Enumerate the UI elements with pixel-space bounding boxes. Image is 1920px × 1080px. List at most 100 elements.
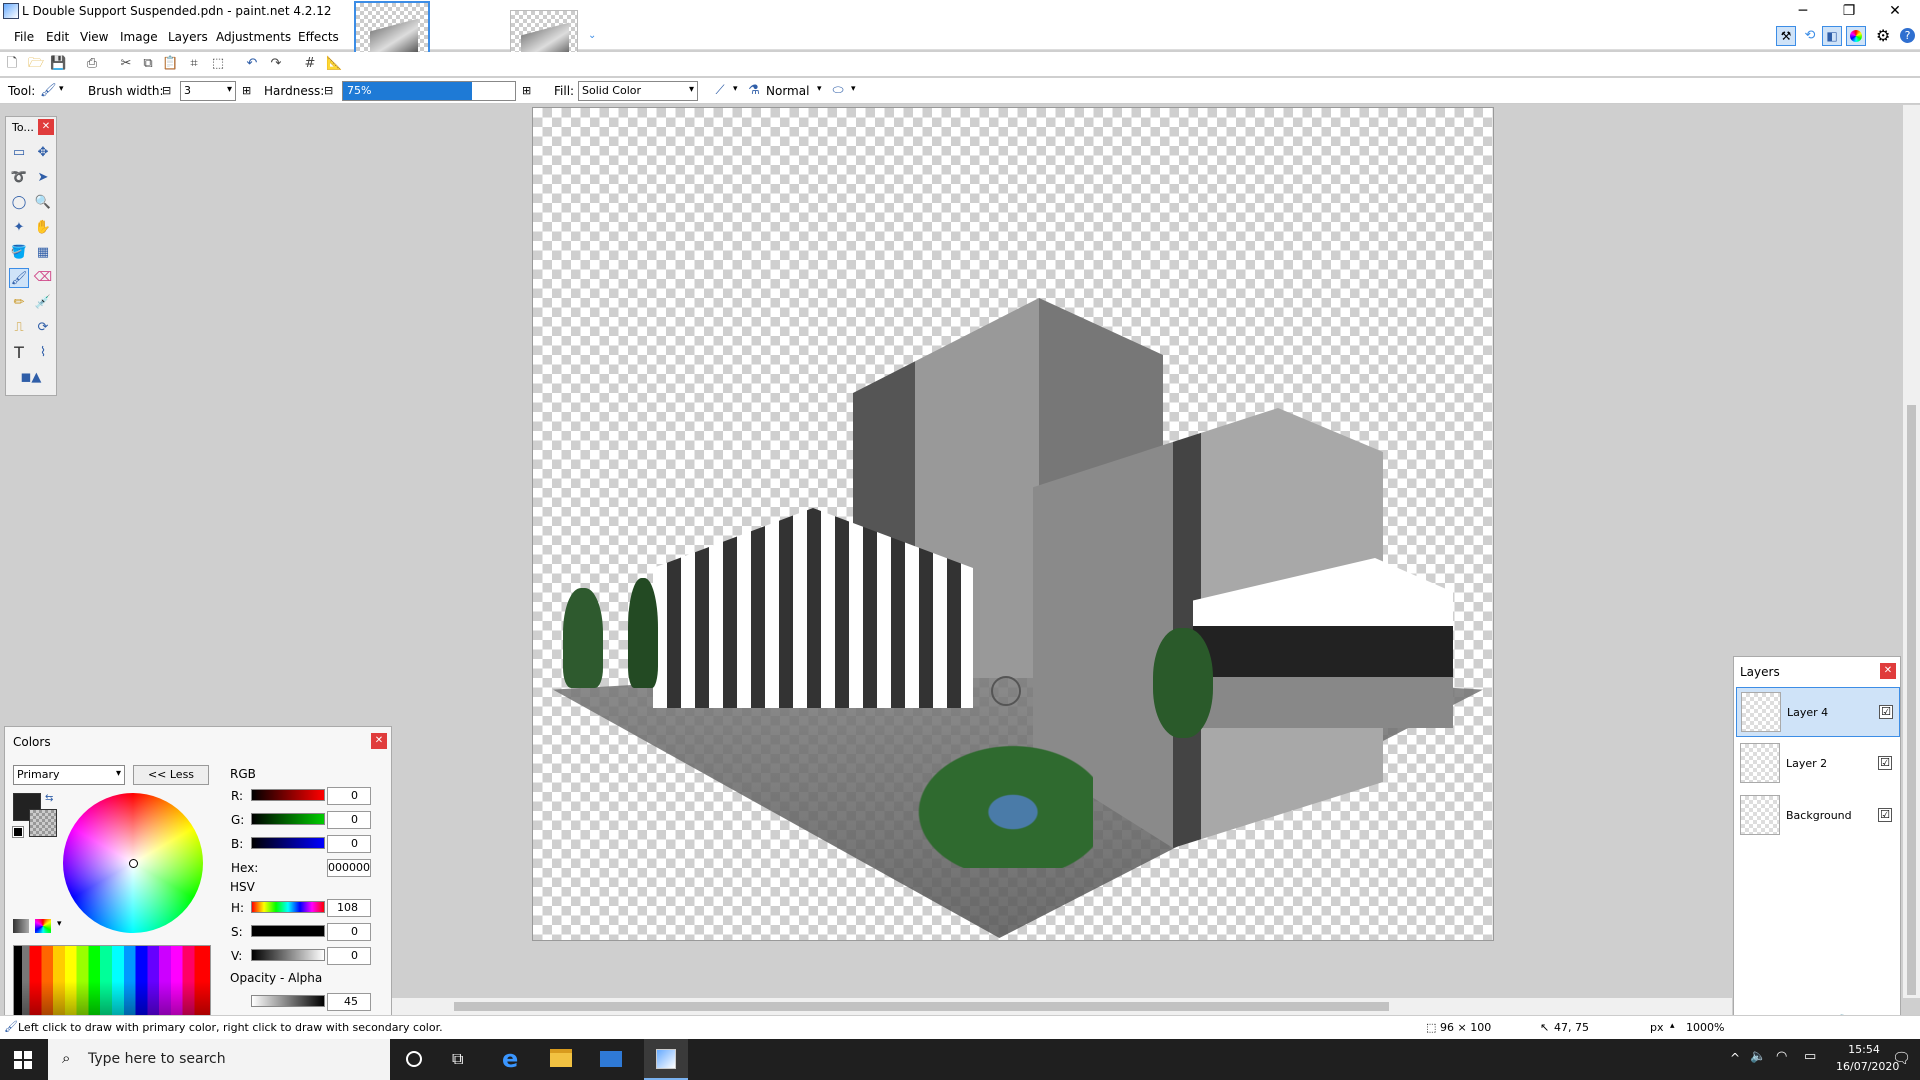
palette-dropdown-arrow-icon[interactable]: ▾: [57, 919, 62, 929]
layers-window-close-icon[interactable]: ✕: [1880, 663, 1896, 679]
grid-icon[interactable]: #: [302, 56, 318, 72]
brush-width-input[interactable]: 3 ▾: [180, 81, 236, 101]
minimize-button[interactable]: ─: [1780, 0, 1826, 24]
less-button[interactable]: << Less: [133, 765, 209, 785]
notifications-icon[interactable]: 🗨: [1892, 1049, 1911, 1067]
menu-image[interactable]: Image: [120, 30, 158, 44]
paint-bucket-tool-icon[interactable]: 🪣: [9, 243, 29, 263]
move-selected-tool-icon[interactable]: ✥: [33, 143, 53, 163]
color-wheel[interactable]: [63, 793, 203, 933]
hue-slider[interactable]: [251, 901, 325, 913]
tool-dropdown-arrow-icon[interactable]: ▾: [59, 84, 64, 94]
red-slider[interactable]: [251, 789, 325, 801]
blend-mode-dropdown-arrow-icon[interactable]: ▾: [817, 84, 822, 94]
file-explorer-icon[interactable]: [550, 1049, 572, 1067]
secondary-color-swatch[interactable]: [29, 809, 57, 837]
hex-input[interactable]: 000000: [327, 859, 371, 877]
vertical-scrollbar[interactable]: [1903, 105, 1920, 998]
layer-visibility-checkbox[interactable]: ☑: [1878, 756, 1892, 770]
saturation-slider[interactable]: [251, 925, 325, 937]
hardness-increase-icon[interactable]: ⊞: [522, 84, 531, 97]
horizontal-scrollbar[interactable]: [392, 998, 1732, 1015]
tools-window-toggle-icon[interactable]: ⚒: [1776, 26, 1796, 46]
save-icon[interactable]: 💾: [50, 56, 66, 72]
settings-gear-icon[interactable]: ⚙: [1876, 26, 1890, 45]
show-hidden-icons-chevron-icon[interactable]: ^: [1730, 1051, 1740, 1065]
gradient-tool-icon[interactable]: ▦: [33, 243, 53, 263]
paintnet-taskbar-button[interactable]: [644, 1039, 688, 1080]
blend-mode-value[interactable]: Normal: [766, 84, 809, 98]
layer-row-background[interactable]: Background ☑: [1736, 791, 1900, 841]
fill-dropdown[interactable]: Solid Color ▾: [578, 81, 698, 101]
paintbrush-tool-icon[interactable]: 🖌: [9, 268, 29, 288]
edge-browser-icon[interactable]: e: [502, 1045, 518, 1073]
tools-window-close-icon[interactable]: ✕: [38, 119, 54, 135]
red-value-input[interactable]: 0: [327, 787, 371, 805]
paste-icon[interactable]: 📋: [162, 56, 178, 72]
palette-menu-icon[interactable]: [35, 919, 51, 933]
task-view-icon[interactable]: ⧉: [452, 1049, 463, 1069]
print-icon[interactable]: ⎙: [84, 56, 100, 72]
undo-icon[interactable]: ↶: [244, 56, 260, 72]
layer-row-layer-4[interactable]: Layer 4 ☑: [1736, 687, 1900, 737]
open-folder-icon[interactable]: 🗁: [28, 56, 44, 72]
green-value-input[interactable]: 0: [327, 811, 371, 829]
taskbar-search-box[interactable]: ⌕ Type here to search: [48, 1039, 390, 1080]
antialiasing-dropdown-arrow-icon[interactable]: ▾: [733, 84, 738, 94]
blend-mode-icon[interactable]: ⚗: [746, 83, 762, 99]
selection-mode-icon[interactable]: ⬭: [830, 83, 846, 99]
primary-secondary-dropdown[interactable]: Primary ▾: [13, 765, 125, 785]
cut-icon[interactable]: ✂: [118, 56, 134, 72]
color-palette[interactable]: [13, 945, 211, 1017]
menu-view[interactable]: View: [80, 30, 108, 44]
eraser-tool-icon[interactable]: ⌫: [33, 268, 53, 288]
hue-value-input[interactable]: 108: [327, 899, 371, 917]
copy-icon[interactable]: ⧉: [140, 56, 156, 72]
shapes-tool-icon[interactable]: ◼▲: [9, 368, 53, 388]
deselect-icon[interactable]: ⬚: [210, 56, 226, 72]
clock-time[interactable]: 15:54: [1836, 1043, 1892, 1056]
zoom-tool-icon[interactable]: 🔍: [33, 193, 53, 213]
tab-list-chevron-icon[interactable]: ⌄: [588, 30, 596, 41]
pencil-tool-icon[interactable]: ✏: [9, 293, 29, 313]
line-curve-tool-icon[interactable]: ⌇: [33, 343, 53, 363]
battery-icon[interactable]: ▭: [1804, 1049, 1816, 1064]
crop-icon[interactable]: ⌗: [186, 56, 202, 72]
color-picker-tool-icon[interactable]: 💉: [33, 293, 53, 313]
move-selection-tool-icon[interactable]: ➤: [33, 168, 53, 188]
green-slider[interactable]: [251, 813, 325, 825]
blue-slider[interactable]: [251, 837, 325, 849]
menu-layers[interactable]: Layers: [168, 30, 208, 44]
reset-colors-icon[interactable]: [12, 826, 24, 838]
swap-colors-icon[interactable]: ⇆: [45, 793, 53, 804]
units-dropdown-arrow-icon[interactable]: ▴: [1670, 1021, 1675, 1031]
value-slider[interactable]: [251, 949, 325, 961]
help-icon[interactable]: ?: [1900, 28, 1915, 43]
magic-wand-tool-icon[interactable]: ✦: [9, 218, 29, 238]
opacity-value-input[interactable]: 45: [327, 993, 371, 1011]
recolor-tool-icon[interactable]: ⟳: [33, 318, 53, 338]
brush-width-decrease-icon[interactable]: ⊟: [162, 84, 171, 97]
clone-stamp-tool-icon[interactable]: ⎍: [9, 318, 29, 338]
menu-file[interactable]: File: [14, 30, 34, 44]
menu-adjustments[interactable]: Adjustments: [216, 30, 291, 44]
palette-icon[interactable]: [13, 919, 29, 933]
volume-icon[interactable]: 🔈: [1750, 1049, 1766, 1064]
redo-icon[interactable]: ↷: [268, 56, 284, 72]
layers-window-toggle-icon[interactable]: ◧: [1822, 26, 1842, 46]
colors-window-close-icon[interactable]: ✕: [371, 733, 387, 749]
blue-value-input[interactable]: 0: [327, 835, 371, 853]
windows-start-icon[interactable]: [14, 1051, 32, 1069]
close-button[interactable]: ✕: [1872, 0, 1918, 24]
menu-edit[interactable]: Edit: [46, 30, 69, 44]
ruler-icon[interactable]: 📐: [326, 56, 342, 72]
mail-icon[interactable]: [600, 1051, 622, 1067]
rectangle-select-tool-icon[interactable]: ▭: [9, 143, 29, 163]
opacity-slider[interactable]: [251, 995, 325, 1007]
selection-mode-dropdown-arrow-icon[interactable]: ▾: [851, 84, 856, 94]
clock-date[interactable]: 16/07/2020: [1836, 1060, 1899, 1073]
text-tool-icon[interactable]: T: [9, 343, 29, 363]
maximize-button[interactable]: ❐: [1826, 0, 1872, 24]
paintbrush-tool-icon[interactable]: 🖌: [40, 83, 57, 99]
lasso-select-tool-icon[interactable]: ➰: [9, 168, 29, 188]
